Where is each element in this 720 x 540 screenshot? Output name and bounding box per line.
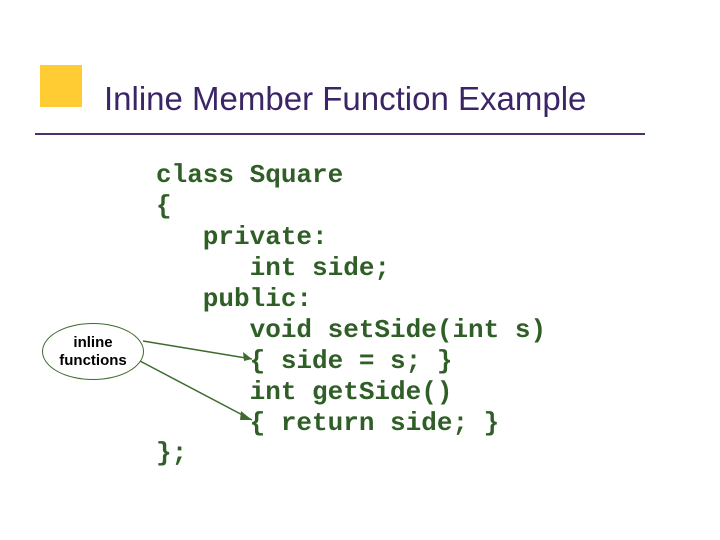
annotation-bubble: inline functions bbox=[42, 323, 144, 380]
code-line: void setSide(int s) bbox=[156, 315, 546, 345]
code-line: class Square bbox=[156, 160, 343, 190]
annotation-text-line2: functions bbox=[59, 352, 127, 369]
code-block: class Square { private: int side; public… bbox=[156, 160, 546, 469]
code-line: { return side; } bbox=[156, 408, 499, 438]
code-line: }; bbox=[156, 438, 187, 468]
annotation-text-line1: inline bbox=[73, 334, 112, 351]
decor-square bbox=[40, 65, 82, 107]
title-underline bbox=[35, 133, 645, 135]
slide-title: Inline Member Function Example bbox=[104, 80, 586, 118]
code-line: { bbox=[156, 191, 172, 221]
code-line: int side; bbox=[156, 253, 390, 283]
code-line: public: bbox=[156, 284, 312, 314]
code-line: { side = s; } bbox=[156, 346, 452, 376]
code-line: int getSide() bbox=[156, 377, 452, 407]
code-line: private: bbox=[156, 222, 328, 252]
